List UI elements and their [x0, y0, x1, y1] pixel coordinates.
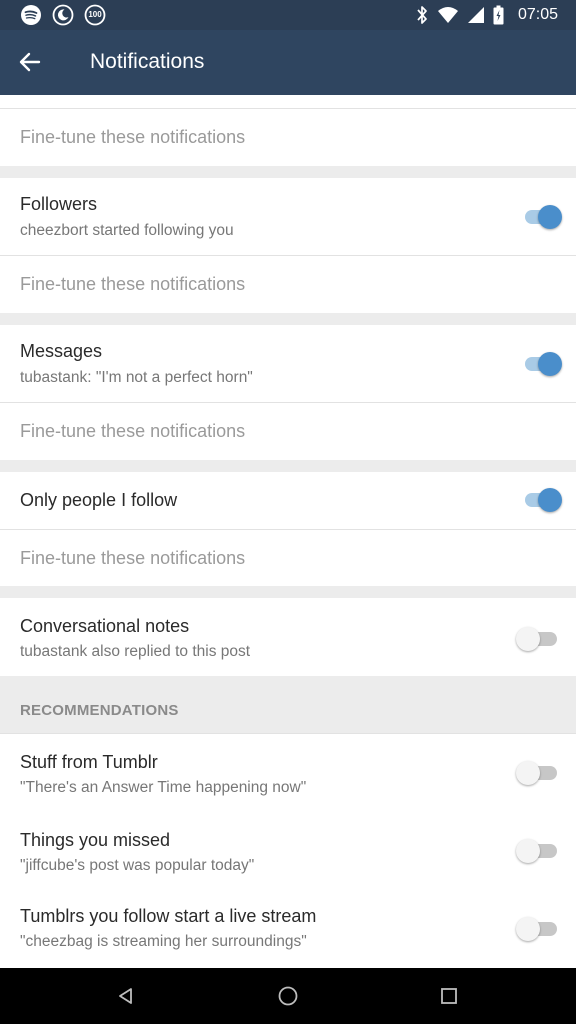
section-header-label: RECOMMENDATIONS — [20, 702, 179, 719]
setting-title: Stuff from Tumblr — [20, 752, 158, 772]
setting-row-things-you-missed[interactable]: Things you missed "jiffcube's post was p… — [0, 812, 576, 890]
toggle-knob — [516, 627, 540, 651]
settings-card: Fine-tune these notifications — [0, 95, 576, 166]
conversational-toggle[interactable] — [516, 625, 562, 653]
recents-square-icon — [441, 988, 457, 1004]
badge-100-icon: 100 — [84, 4, 106, 26]
moon-icon — [52, 4, 74, 26]
setting-title: Messages — [20, 341, 103, 361]
settings-card-messages: Messages tubastank: "I'm not a perfect h… — [0, 325, 576, 460]
setting-title: Followers — [20, 194, 98, 214]
fine-tune-label: Fine-tune these notifications — [20, 127, 246, 147]
status-bar: 100 07:05 — [0, 0, 576, 30]
fine-tune-label: Fine-tune these notifications — [20, 421, 246, 441]
setting-row-messages[interactable]: Messages tubastank: "I'm not a perfect h… — [0, 325, 576, 402]
setting-row-only-people[interactable]: Only people I follow — [0, 472, 576, 529]
nav-recents-button[interactable] — [431, 980, 467, 1012]
setting-row-live-stream[interactable]: Tumblrs you follow start a live stream "… — [0, 890, 576, 968]
fine-tune-label: Fine-tune these notifications — [20, 548, 246, 568]
battery-icon — [493, 5, 504, 25]
fine-tune-row[interactable]: Fine-tune these notifications — [0, 403, 576, 460]
setting-title: Things you missed — [20, 830, 171, 850]
settings-card-only-people: Only people I follow Fine-tune these not… — [0, 472, 576, 586]
things-you-missed-toggle[interactable] — [516, 837, 562, 865]
setting-subtitle: "jiffcube's post was popular today" — [20, 857, 255, 874]
setting-title: Conversational notes — [20, 616, 190, 636]
toggle-knob — [516, 839, 540, 863]
setting-subtitle: "cheezbag is streaming her surroundings" — [20, 933, 307, 950]
fine-tune-row[interactable]: Fine-tune these notifications — [0, 530, 576, 586]
clock-time: 07:05 — [517, 6, 558, 23]
setting-title: Tumblrs you follow start a live stream — [20, 906, 317, 926]
toggle-knob — [516, 761, 540, 785]
stuff-from-tumblr-toggle[interactable] — [516, 759, 562, 787]
settings-list: Fine-tune these notifications Followers … — [0, 95, 576, 968]
home-circle-icon — [278, 986, 298, 1006]
section-header-recommendations: RECOMMENDATIONS — [0, 676, 576, 733]
system-nav-bar — [0, 968, 576, 1024]
back-button[interactable] — [8, 40, 52, 84]
toggle-knob — [538, 352, 562, 376]
live-stream-toggle[interactable] — [516, 915, 562, 943]
spotify-icon — [21, 5, 41, 25]
setting-subtitle: cheezbort started following you — [20, 222, 234, 239]
back-triangle-icon — [119, 988, 132, 1004]
recommendations-card: Stuff from Tumblr "There's an Answer Tim… — [0, 734, 576, 968]
app-bar: Notifications — [0, 30, 576, 95]
fine-tune-row[interactable]: Fine-tune these notifications — [0, 109, 576, 166]
arrow-left-icon — [19, 52, 41, 72]
setting-row-followers[interactable]: Followers cheezbort started following yo… — [0, 178, 576, 255]
toggle-knob — [516, 917, 540, 941]
setting-subtitle: tubastank: "I'm not a perfect horn" — [20, 369, 253, 386]
fine-tune-label: Fine-tune these notifications — [20, 274, 246, 294]
toggle-knob — [538, 205, 562, 229]
page-title: Notifications — [90, 50, 205, 73]
setting-subtitle: tubastank also replied to this post — [20, 643, 251, 660]
toggle-knob — [538, 488, 562, 512]
wifi-icon — [437, 7, 458, 23]
followers-toggle[interactable] — [522, 203, 562, 231]
settings-card-followers: Followers cheezbort started following yo… — [0, 178, 576, 313]
settings-card-conversational: Conversational notes tubastank also repl… — [0, 598, 576, 676]
nav-back-button[interactable] — [108, 980, 144, 1012]
bluetooth-icon — [417, 6, 427, 24]
badge-100-label: 100 — [88, 10, 102, 19]
setting-row-stuff-from-tumblr[interactable]: Stuff from Tumblr "There's an Answer Tim… — [0, 734, 576, 812]
nav-home-button[interactable] — [270, 980, 306, 1012]
setting-title: Only people I follow — [20, 490, 178, 510]
messages-toggle[interactable] — [522, 350, 562, 378]
signal-icon — [467, 7, 484, 23]
setting-row-conversational[interactable]: Conversational notes tubastank also repl… — [0, 598, 576, 676]
setting-subtitle: "There's an Answer Time happening now" — [20, 779, 307, 796]
only-people-toggle[interactable] — [522, 486, 562, 514]
fine-tune-row[interactable]: Fine-tune these notifications — [0, 256, 576, 313]
